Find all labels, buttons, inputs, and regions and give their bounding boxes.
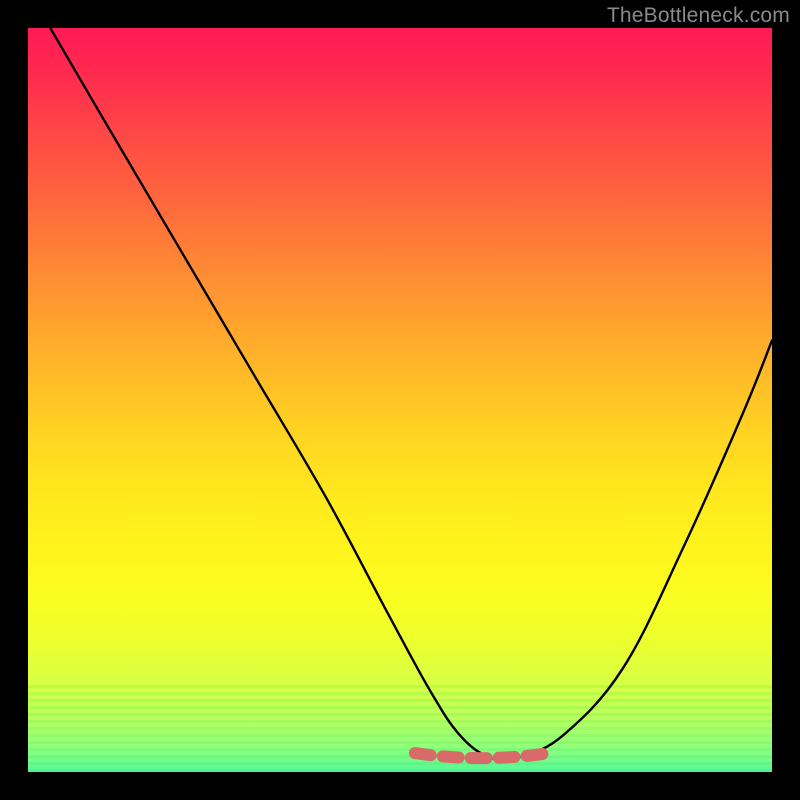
bottleneck-curve	[50, 28, 772, 760]
gradient-stripes	[28, 682, 772, 772]
watermark-text: TheBottleneck.com	[607, 4, 790, 28]
chart-svg	[28, 28, 772, 772]
chart-plot-area	[28, 28, 772, 772]
optimal-range-marker	[415, 753, 549, 758]
chart-frame: TheBottleneck.com	[0, 0, 800, 800]
